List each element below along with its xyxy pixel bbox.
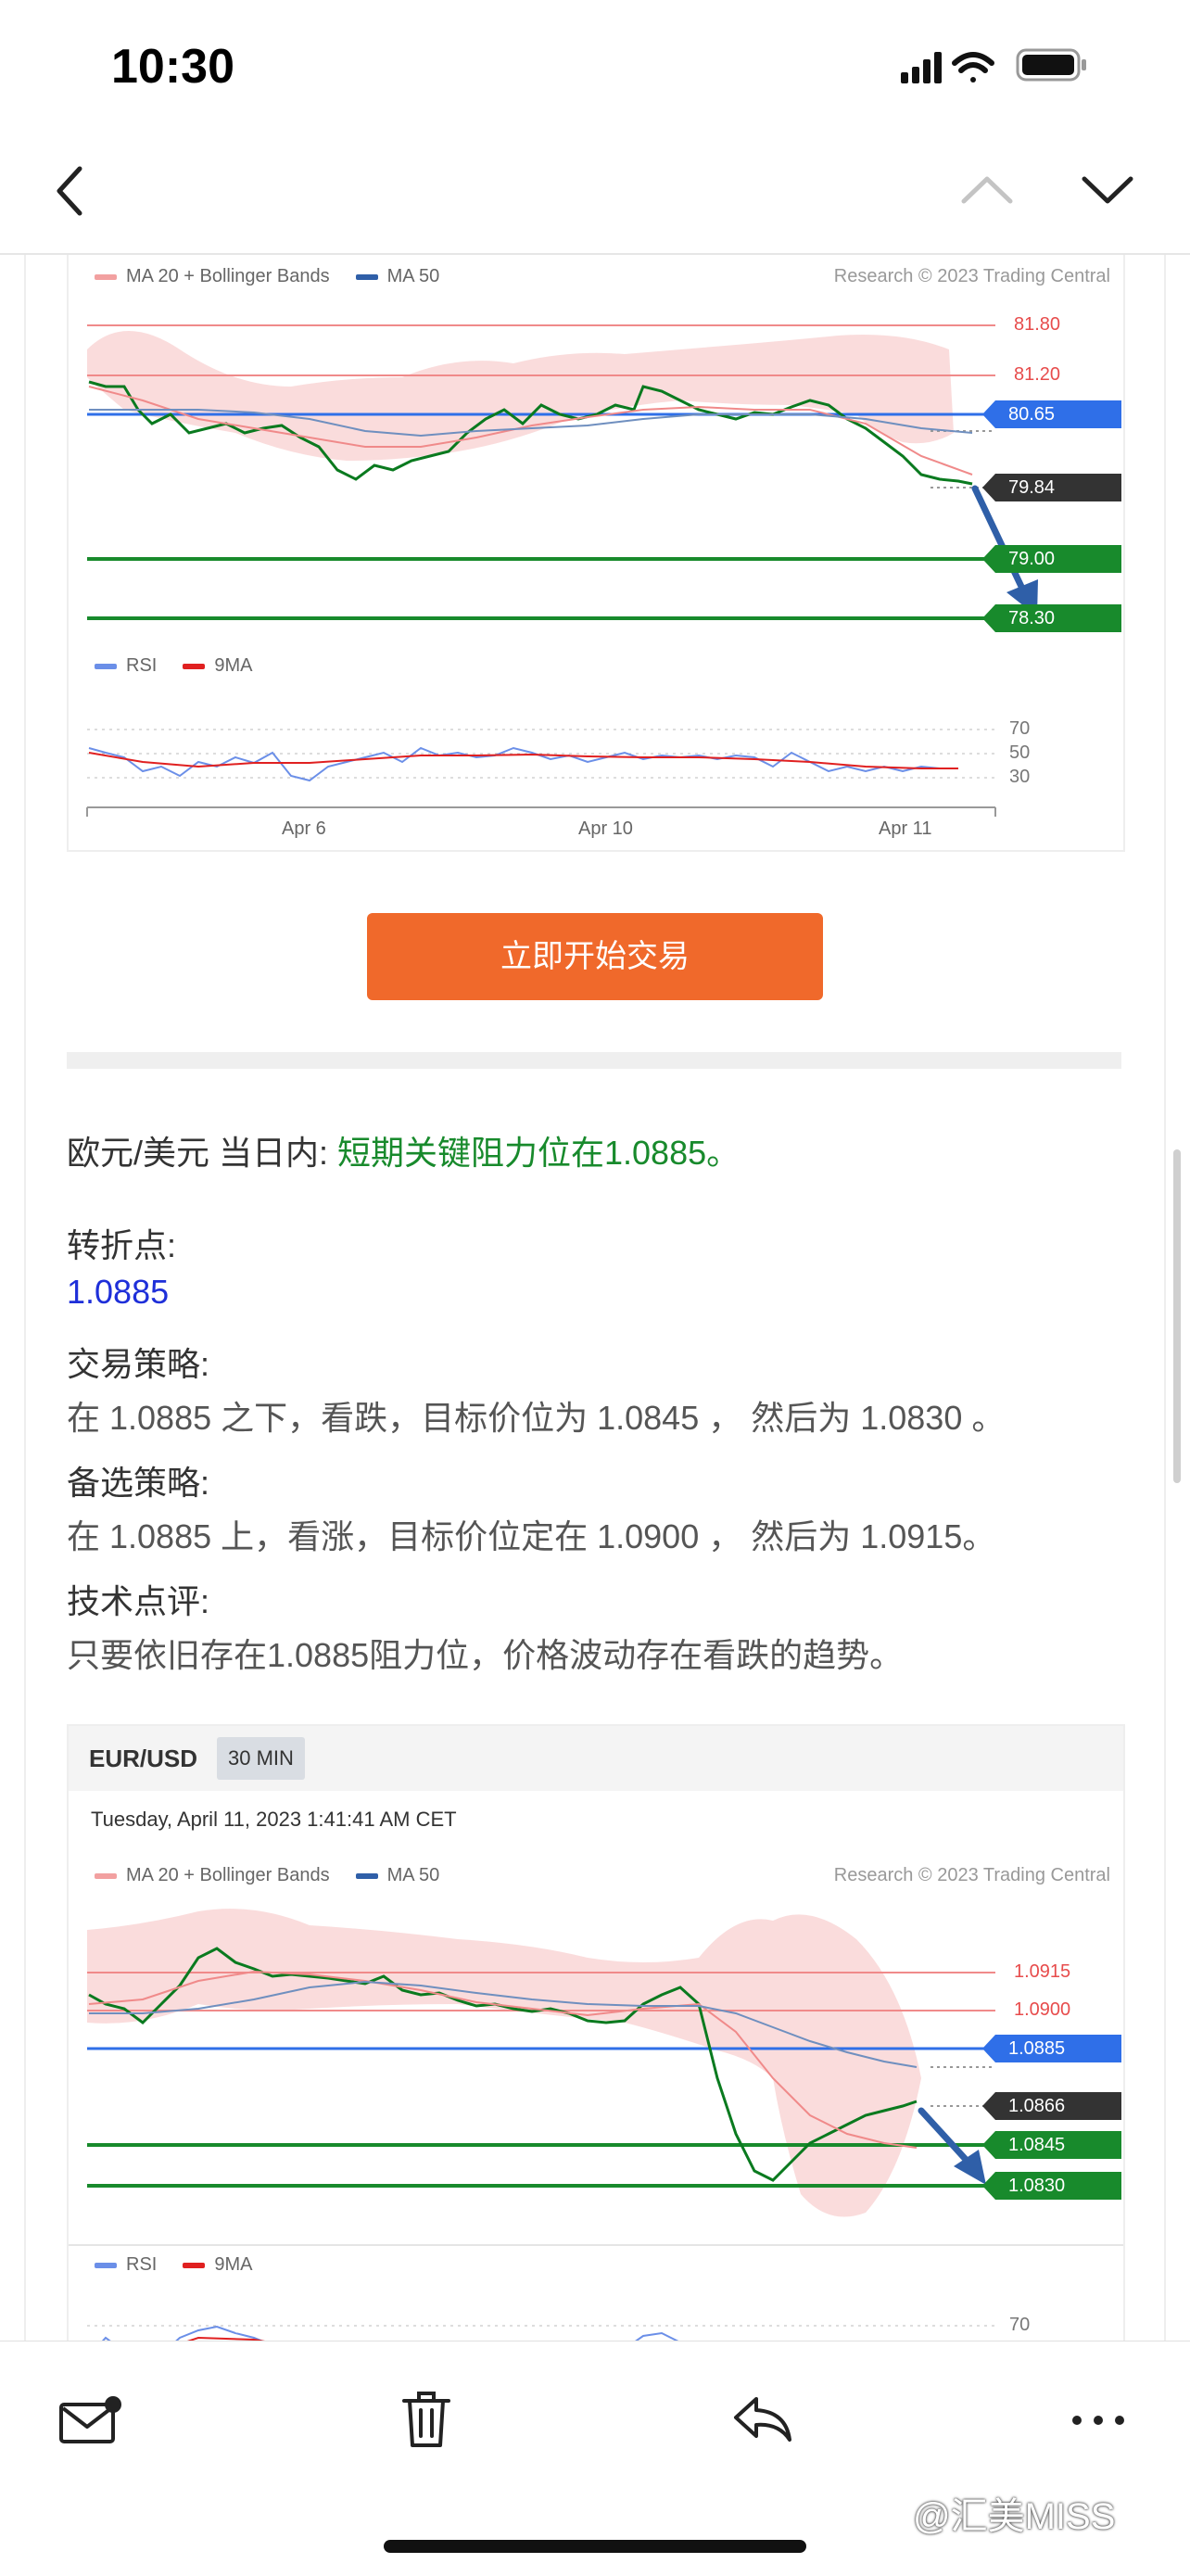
trash-icon: [402, 2392, 450, 2447]
level-label-81-20: 81.20: [1014, 364, 1061, 385]
level-label-1-0900: 1.0900: [1014, 1999, 1071, 2020]
rsi-tick-30: 30: [1009, 767, 1031, 787]
wifi-icon: [952, 52, 994, 82]
delete-button[interactable]: [399, 2388, 454, 2453]
pivot-value: 1.0885: [67, 1273, 170, 1311]
chart-1: MA 20 + Bollinger Bands MA 50 Research ©…: [67, 255, 1125, 852]
frame-edge-left: [24, 255, 26, 2341]
tag-1-0866: 1.0866: [982, 2092, 1121, 2120]
x-tick-apr6: Apr 6: [282, 818, 326, 839]
rsi-line: [101, 2325, 679, 2341]
rsi-legend-label: RSI: [126, 2254, 158, 2275]
level-label-1-0915: 1.0915: [1014, 1961, 1071, 1982]
headline-prefix: 欧元/美元 当日内:: [67, 1134, 338, 1172]
reply-button[interactable]: [730, 2392, 795, 2447]
chevron-up-icon: [961, 176, 1013, 204]
comment-label: 技术点评:: [67, 1582, 210, 1620]
forecast-arrow: [971, 485, 1027, 594]
start-trading-button[interactable]: 立即开始交易: [367, 913, 823, 1000]
previous-message-button[interactable]: [955, 162, 1019, 218]
rsi-tick-50: 50: [1009, 742, 1031, 763]
rsi-9ma-line: [88, 752, 958, 769]
ma9-legend-label: 9MA: [214, 2254, 253, 2275]
tag-79-00: 79.00: [982, 545, 1121, 573]
tag-78-30: 78.30: [982, 604, 1121, 632]
pivot-label: 转折点:: [67, 1226, 177, 1264]
rsi-legend: RSI 9MA: [95, 2254, 252, 2276]
strategy-label: 交易策略:: [67, 1345, 210, 1383]
tag-79-84: 79.84: [982, 474, 1121, 501]
section-divider: [67, 1052, 1121, 1069]
home-indicator[interactable]: [384, 2540, 806, 2553]
tag-1-0830: 1.0830: [982, 2172, 1121, 2200]
more-button[interactable]: [1066, 2406, 1131, 2434]
more-icon: [1072, 2416, 1124, 2425]
tag-1-0885: 1.0885: [982, 2035, 1121, 2062]
x-tick-apr10: Apr 10: [578, 818, 633, 839]
chevron-down-icon: [1082, 176, 1133, 204]
alt-strategy-label: 备选策略:: [67, 1464, 210, 1502]
chart-2: EUR/USD 30 MIN Tuesday, April 11, 2023 1…: [67, 1724, 1125, 2341]
tag-1-0845: 1.0845: [982, 2131, 1121, 2159]
ma9-legend-label: 9MA: [214, 655, 253, 676]
compose-button[interactable]: [57, 2393, 122, 2449]
rsi-tick-70: 70: [1009, 2315, 1031, 2335]
status-time: 10:30: [111, 40, 234, 94]
chevron-left-icon: [57, 166, 82, 216]
chart-2-plot: [69, 1909, 1123, 2341]
rsi-tick-70: 70: [1009, 718, 1031, 739]
email-body[interactable]: MA 20 + Bollinger Bands MA 50 Research ©…: [0, 255, 1190, 2341]
rsi-legend-label: RSI: [126, 655, 158, 676]
frame-edge-right: [1164, 255, 1166, 2341]
tag-80-65: 80.65: [982, 400, 1121, 428]
battery-icon: [1016, 48, 1086, 82]
bollinger-band: [87, 331, 954, 461]
scrollbar[interactable]: [1173, 1149, 1181, 1483]
next-message-button[interactable]: [1075, 162, 1140, 218]
bollinger-band: [87, 1909, 921, 2217]
x-tick-apr11: Apr 11: [879, 818, 932, 839]
status-icons: [899, 44, 1121, 91]
back-button[interactable]: [44, 158, 100, 222]
reply-icon: [734, 2397, 791, 2442]
alt-strategy-text: 在 1.0885 上，看涨，目标价位定在 1.0900 ， 然后为 1.0915…: [67, 1517, 996, 1555]
rsi-legend: RSI 9MA: [95, 655, 252, 677]
mail-icon: [59, 2396, 121, 2443]
watermark: @汇美MISS: [913, 2496, 1116, 2537]
analysis-headline: 欧元/美元 当日内: 短期关键阻力位在1.0885。: [67, 1126, 740, 1174]
strategy-text: 在 1.0885 之下，看跌，目标价位为 1.0845 ， 然后为 1.0830…: [67, 1399, 1006, 1437]
comment-text: 只要依旧存在1.0885阻力位，价格波动存在看跌的趋势。: [67, 1636, 904, 1674]
level-label-81-80: 81.80: [1014, 314, 1061, 335]
forecast-arrow: [918, 2107, 973, 2167]
headline-highlight: 短期关键阻力位在1.0885。: [337, 1134, 741, 1172]
chart-1-plot: [86, 324, 1038, 817]
signal-icon: [901, 52, 942, 83]
